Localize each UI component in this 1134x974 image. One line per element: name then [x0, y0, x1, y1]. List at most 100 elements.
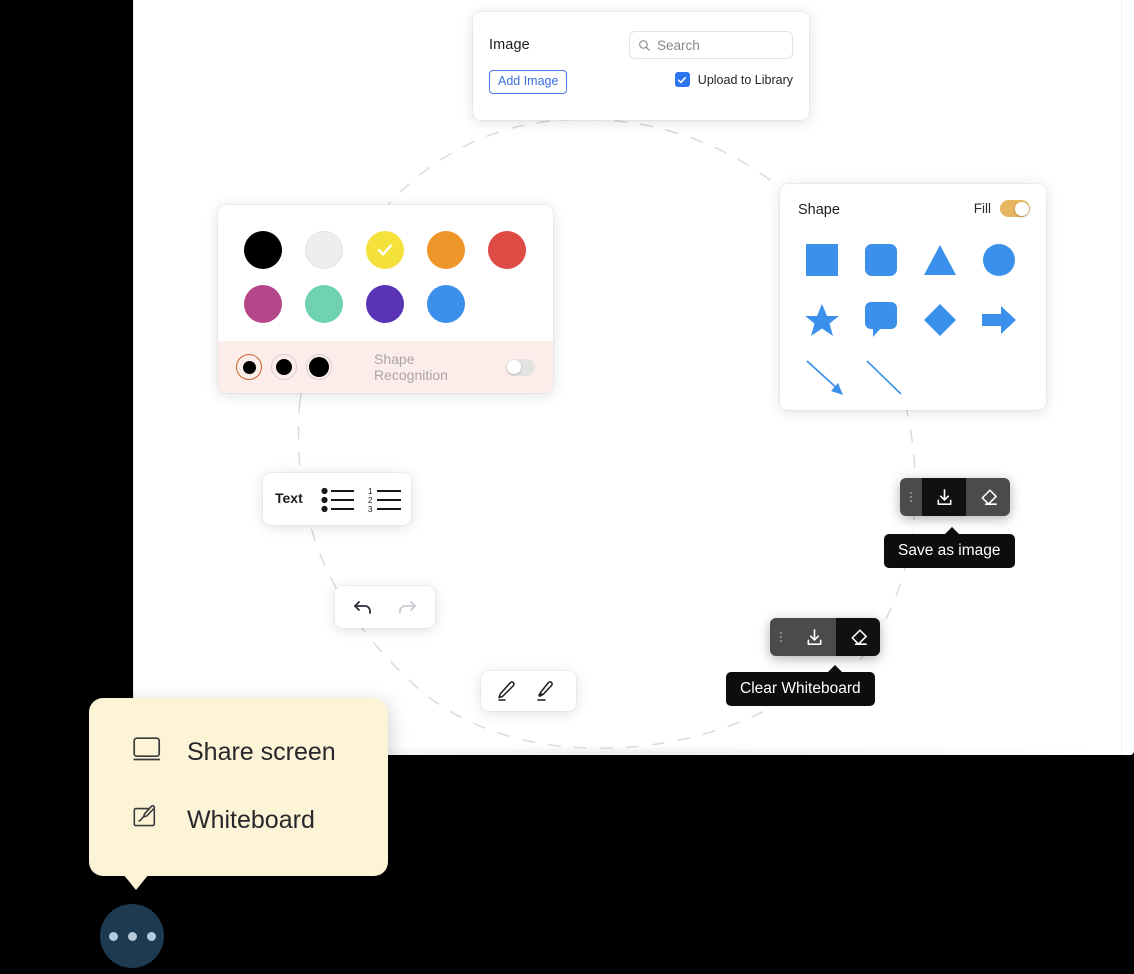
shape-arrow-right-button[interactable] [979, 300, 1019, 340]
screenshot-root: Image Search Add Image Upload to Library [0, 0, 1134, 974]
color-swatch-row-2 [218, 285, 553, 327]
rounded-square-icon [865, 244, 897, 276]
upload-to-library-row[interactable]: Upload to Library [674, 72, 793, 87]
arrow-diagonal-icon [806, 360, 843, 395]
monitor-icon-svg [133, 736, 161, 760]
stroke-width-strip: Shape Recognition [218, 341, 553, 393]
upload-to-library-checkbox[interactable] [674, 72, 690, 87]
triangle-icon [924, 245, 956, 275]
more-options-menu: Share screen Whiteboard [89, 698, 388, 876]
color-swatch-black[interactable] [244, 231, 282, 269]
ellipsis-dot [127, 931, 137, 941]
tooltip-arrow [827, 665, 843, 673]
line-icon [866, 360, 902, 395]
stroke-width-options [236, 354, 332, 380]
shape-circle-button[interactable] [979, 240, 1019, 280]
ellipsis-dot [108, 931, 118, 941]
highlighter-button[interactable] [533, 679, 557, 708]
tooltip-save-label: Save as image [898, 542, 1001, 559]
numbered-list-icon: 1 2 3 [368, 487, 401, 514]
menu-item-share-screen[interactable]: Share screen [89, 724, 388, 780]
ellipsis-dot [146, 931, 156, 941]
color-swatch-red[interactable] [488, 231, 526, 269]
shape-panel-header: Shape Fill [798, 200, 1030, 222]
circle-icon [983, 244, 1015, 276]
check-icon [678, 76, 687, 83]
shape-panel-title: Shape [798, 202, 840, 218]
stroke-width-medium[interactable] [271, 354, 297, 380]
image-search-field[interactable]: Search [629, 31, 793, 59]
shape-star-button[interactable] [802, 300, 842, 340]
fill-control: Fill [974, 200, 1030, 217]
shape-line-button[interactable] [861, 356, 909, 400]
color-swatch-orange[interactable] [427, 231, 465, 269]
more-menu-tail [123, 874, 149, 890]
save-as-image-button[interactable] [792, 618, 836, 656]
tooltip-arrow [944, 527, 960, 535]
color-swatch-purple[interactable] [366, 285, 404, 323]
color-palette-panel: Shape Recognition [218, 205, 553, 393]
download-icon [937, 488, 951, 505]
stroke-width-thick[interactable] [306, 354, 332, 380]
eraser-icon [981, 488, 997, 505]
menu-item-whiteboard-label: Whiteboard [187, 805, 315, 834]
drag-handle-icon[interactable] [900, 478, 922, 516]
text-panel-label: Text [275, 490, 303, 506]
pen-button[interactable] [494, 679, 518, 708]
diamond-icon [924, 304, 956, 336]
whiteboard-toolbar-clear [770, 618, 880, 656]
clear-whiteboard-button[interactable] [836, 618, 880, 656]
board-right-edge [1121, 0, 1122, 755]
arrow-right-icon [982, 306, 1016, 334]
image-search-placeholder: Search [657, 37, 700, 53]
fill-label: Fill [973, 201, 991, 216]
color-swatch-magenta[interactable] [244, 285, 282, 323]
square-icon [806, 244, 838, 276]
shape-triangle-button[interactable] [920, 240, 960, 280]
toggle-knob [1014, 201, 1029, 216]
shape-square-button[interactable] [802, 240, 842, 280]
fill-toggle[interactable] [1000, 200, 1030, 217]
upload-to-library-label: Upload to Library [697, 72, 793, 87]
whiteboard-toolbar-save [900, 478, 1010, 516]
add-image-button[interactable]: Add Image [489, 70, 568, 94]
shape-speech-bubble-button[interactable] [861, 300, 901, 340]
color-swatch-blue[interactable] [427, 285, 465, 323]
highlighter-icon [537, 681, 553, 701]
redo-icon [399, 601, 416, 614]
stroke-width-dot [309, 357, 329, 377]
pen-icon [498, 681, 515, 701]
shape-arrow-diagonal-button[interactable] [802, 356, 850, 400]
whiteboard-pen-icon-svg [133, 804, 156, 826]
bullet-list-button[interactable] [321, 487, 355, 518]
search-icon [639, 39, 650, 51]
more-options-button[interactable] [100, 904, 164, 968]
shape-recognition-label: Shape Recognition [374, 351, 448, 383]
history-panel [335, 586, 435, 628]
redo-button[interactable] [395, 595, 419, 624]
clear-whiteboard-button[interactable] [966, 478, 1010, 516]
color-swatch-white[interactable] [305, 231, 343, 269]
color-swatch-mint[interactable] [305, 285, 343, 323]
eraser-icon [851, 628, 867, 645]
pen-panel [481, 671, 576, 711]
numbered-list-button[interactable]: 1 2 3 [368, 487, 402, 518]
menu-item-share-screen-label: Share screen [187, 737, 336, 766]
undo-icon [354, 601, 371, 614]
undo-button[interactable] [351, 595, 375, 624]
stroke-width-thin[interactable] [236, 354, 262, 380]
check-icon [377, 244, 393, 256]
drag-handle-icon[interactable] [770, 618, 792, 656]
svg-text:2: 2 [368, 496, 373, 505]
save-as-image-button[interactable] [922, 478, 966, 516]
toggle-knob [507, 360, 522, 374]
image-panel-row-top: Image Search [489, 31, 793, 61]
color-swatch-yellow[interactable] [366, 231, 404, 269]
shape-panel: Shape Fill [780, 184, 1046, 410]
shape-rounded-square-button[interactable] [861, 240, 901, 280]
tooltip-clear-whiteboard: Clear Whiteboard [726, 665, 875, 706]
tooltip-save-as-image: Save as image [884, 527, 1015, 568]
shape-diamond-button[interactable] [920, 300, 960, 340]
menu-item-whiteboard[interactable]: Whiteboard [89, 792, 388, 848]
shape-recognition-toggle[interactable] [505, 358, 535, 376]
